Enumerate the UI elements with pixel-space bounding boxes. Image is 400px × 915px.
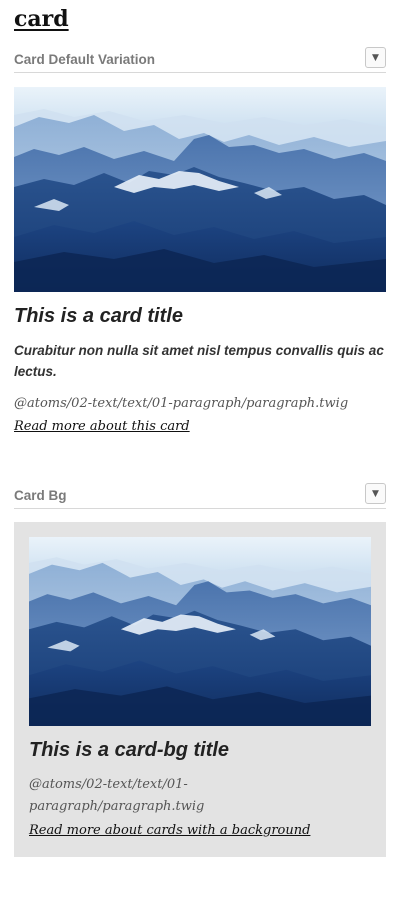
section-header-card-bg: Card Bg ▼ [14, 483, 386, 509]
mountain-landscape-icon [29, 537, 371, 726]
card-bg-read-more-link[interactable]: Read more about cards with a background [29, 821, 310, 841]
chevron-down-icon: ▼ [372, 488, 379, 499]
card-image [14, 87, 386, 292]
section-header-card-default: Card Default Variation ▼ [14, 47, 386, 73]
section-title-card-default: Card Default Variation [14, 52, 156, 67]
section-title-card-bg: Card Bg [14, 488, 67, 503]
toggle-card-bg-button[interactable]: ▼ [365, 483, 386, 504]
chevron-down-icon: ▼ [372, 52, 379, 63]
card-title: This is a card title [14, 305, 183, 327]
card-body-text: @atoms/02-text/text/01-paragraph/paragra… [14, 396, 349, 411]
card-bg-title: This is a card-bg title [29, 739, 230, 761]
toggle-card-default-button[interactable]: ▼ [365, 47, 386, 68]
card-read-more-link[interactable]: Read more about this card [14, 417, 190, 437]
page-title: card [14, 6, 69, 32]
card-bg-body-text: @atoms/02-text/text/01-paragraph/paragra… [29, 777, 205, 814]
card-subtitle: Curabitur non nulla sit amet nisl tempus… [14, 343, 384, 379]
card-bg-image [29, 537, 371, 726]
mountain-landscape-icon [14, 87, 386, 292]
